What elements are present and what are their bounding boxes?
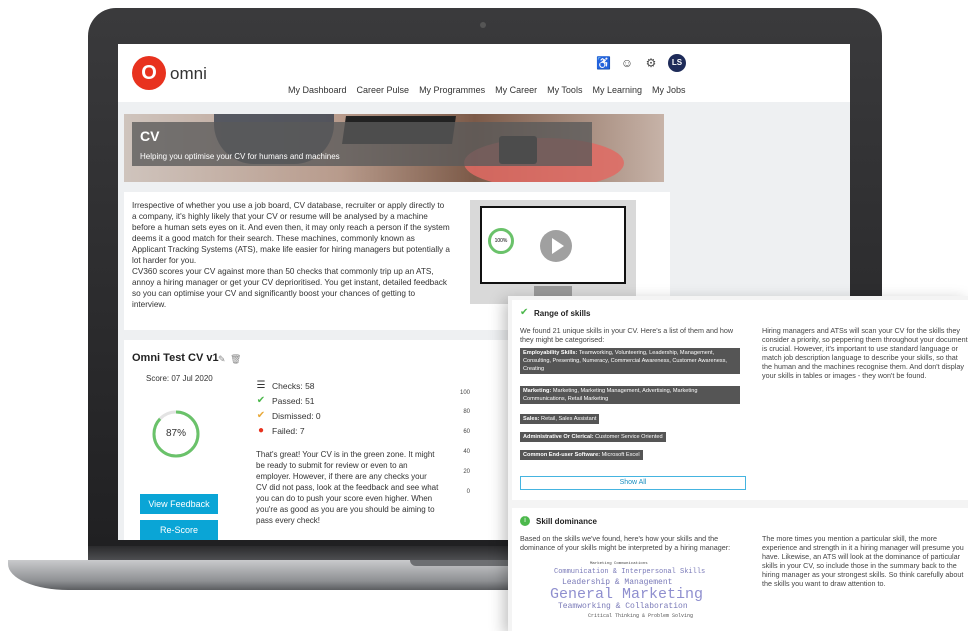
word-cloud-word: Teamworking & Collaboration [558,602,688,611]
laptop-mockup: O omni ♿ ☺ ⚙ LS My Dashboard Career Puls… [0,0,968,631]
tag-text: Retail, Sales Assistant [541,416,597,422]
dismissed-row: ✔ Dismissed: 0 [256,410,321,421]
tag-category: Common End-user Software: [523,452,601,458]
tag-category: Employability Skills: [523,350,578,356]
tick-label: 80 [463,409,470,415]
skills-title: Range of skills [534,309,591,318]
avatar[interactable]: LS [668,54,686,72]
video-score-ring: 100% [488,228,514,254]
word-cloud-word: Marketing Communications [590,562,648,566]
video-stand [534,286,572,296]
tick-label: 40 [463,449,470,455]
nav-tools[interactable]: My Tools [547,85,582,95]
dominance-title: Skill dominance [536,517,597,526]
checks-row: ☰ Checks: 58 [256,380,315,391]
main-nav: My Dashboard Career Pulse My Programmes … [288,85,686,95]
omni-logo-icon[interactable]: O [132,56,166,90]
dominance-intro: Based on the skills we've found, here's … [520,534,731,552]
failed-count: Failed: 7 [272,425,305,436]
word-cloud-word: Communication & Interpersonal Skills [554,568,706,576]
check-icon: ✔ [520,307,529,318]
brand-name: omni [170,64,207,83]
word-cloud-word: General Marketing [550,586,704,603]
tick-label: 100 [459,390,470,396]
header: O omni ♿ ☺ ⚙ LS My Dashboard Career Puls… [118,44,850,102]
score-message: That's great! Your CV is in the green zo… [256,450,439,525]
skills-side-text: Hiring managers and ATSs will scan your … [762,326,968,380]
trash-icon[interactable]: 🗑 [230,354,241,365]
dominance-side-text: The more times you mention a particular … [762,534,964,588]
page-title: CV [140,128,160,144]
check-icon: ✔ [256,395,266,406]
dismissed-check-icon: ✔ [256,410,266,421]
score-percent: 87% [165,428,186,439]
nav-career-pulse[interactable]: Career Pulse [357,85,410,95]
nav-programmes[interactable]: My Programmes [419,85,485,95]
skills-intro: We found 21 unique skills in your CV. He… [520,326,734,344]
tick-label: 60 [463,429,470,435]
skill-tag: Marketing: Marketing, Marketing Manageme… [520,386,740,404]
edit-icon[interactable]: ✎ [218,354,226,365]
video-thumbnail[interactable]: 100% [470,200,636,304]
accessibility-icon[interactable]: ♿ [596,56,611,70]
intro-paragraph-1: Irrespective of whether you use a job bo… [132,201,450,265]
tick-label: 0 [466,489,470,495]
skill-tag: Sales: Retail, Sales Assistant [520,414,600,424]
page-subtitle: Helping you optimise your CV for humans … [140,152,340,161]
passed-row: ✔ Passed: 51 [256,395,315,406]
play-icon[interactable] [540,230,572,262]
tag-category: Marketing: [523,388,552,394]
header-icons: ♿ ☺ ⚙ LS [596,54,686,72]
skill-tag: Common End-user Software: Microsoft Exce… [520,450,643,460]
people-icon[interactable]: ☺ [620,56,634,70]
word-cloud-word: Critical Thinking & Problem Solving [588,613,694,619]
nav-learning[interactable]: My Learning [592,85,642,95]
skill-tag: Employability Skills: Teamworking, Volun… [520,348,740,374]
checks-count: Checks: 58 [272,380,315,391]
score-chart-axis: 100 80 60 40 20 0 [454,390,508,510]
laptop-camera [480,22,486,28]
passed-count: Passed: 51 [272,395,315,406]
tag-category: Administrative Or Clerical: [523,434,594,440]
score-date: Score: 07 Jul 2020 [146,374,213,383]
nav-dashboard[interactable]: My Dashboard [288,85,347,95]
tag-category: Sales: [523,416,540,422]
intro-paragraph-2: CV360 scores your CV against more than 5… [132,267,447,309]
failed-row: ● Failed: 7 [256,425,305,436]
nav-jobs[interactable]: My Jobs [652,85,686,95]
tag-text: Customer Service Oriented [595,434,663,440]
dismissed-count: Dismissed: 0 [272,410,321,421]
view-feedback-button[interactable]: View Feedback [140,494,218,514]
list-icon: ☰ [256,380,266,391]
gear-icon[interactable]: ⚙ [644,56,658,70]
nav-career[interactable]: My Career [495,85,537,95]
tick-label: 20 [463,469,470,475]
info-icon: i [520,516,530,526]
skill-tag: Administrative Or Clerical: Customer Ser… [520,432,666,442]
show-all-button[interactable]: Show All [520,476,746,490]
rescore-button[interactable]: Re-Score [140,520,218,540]
alert-icon: ● [257,425,265,436]
cv-title: Omni Test CV v1 [132,352,219,364]
tag-text: Microsoft Excel [601,452,640,458]
